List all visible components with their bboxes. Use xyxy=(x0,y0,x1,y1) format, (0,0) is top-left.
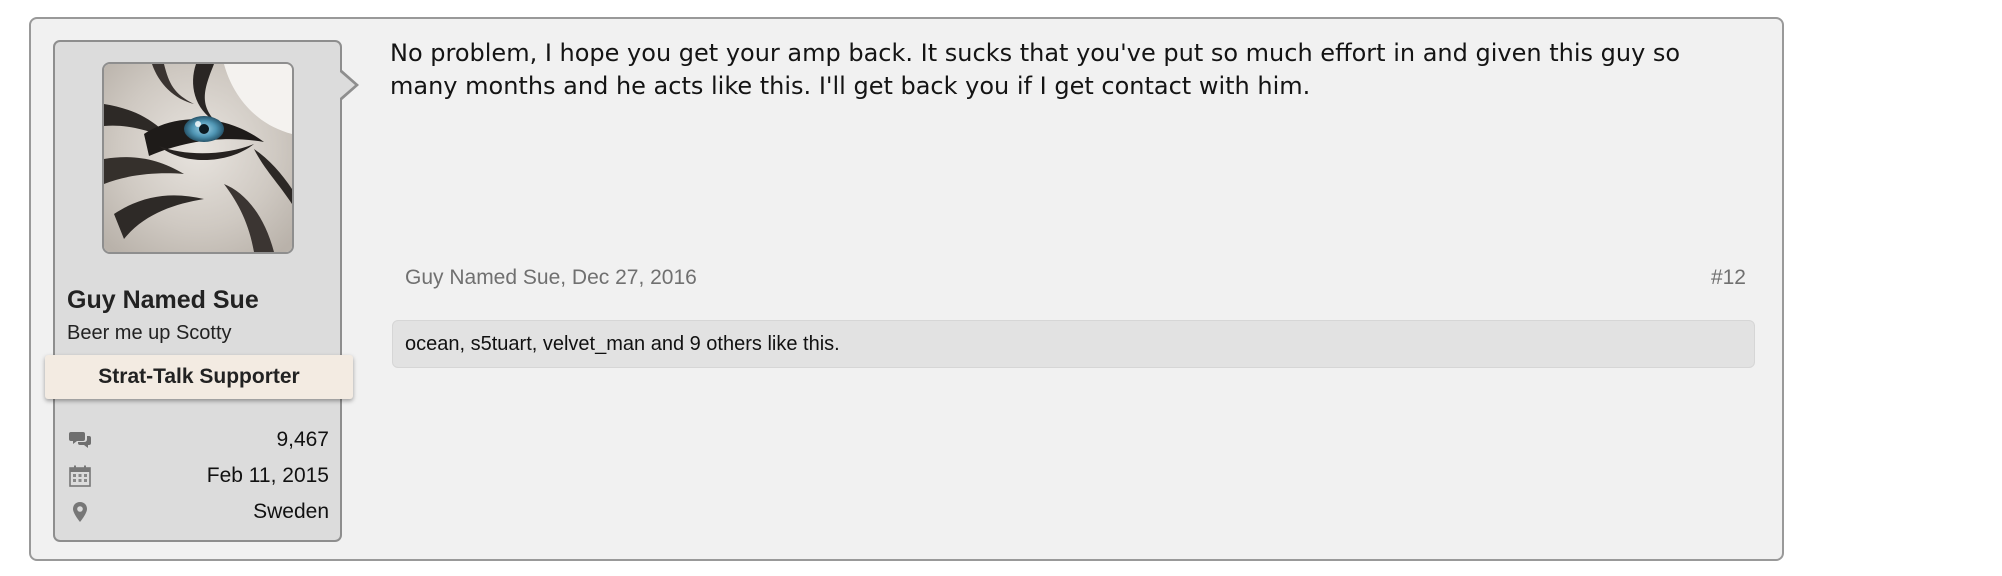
user-avatar[interactable] xyxy=(102,62,294,254)
user-title: Beer me up Scotty xyxy=(67,322,232,344)
map-marker-icon xyxy=(69,501,91,523)
message-count: 9,467 xyxy=(276,428,329,451)
speech-bubbles-icon xyxy=(69,429,91,451)
user-location[interactable]: Sweden xyxy=(253,500,329,524)
calendar-icon xyxy=(69,465,91,487)
stat-messages: 9,467 xyxy=(67,426,329,454)
join-date: Feb 11, 2015 xyxy=(206,464,329,487)
stat-joined: Feb 11, 2015 xyxy=(67,462,329,490)
post-permalink[interactable]: #12 xyxy=(1711,266,1746,290)
panel-pointer-arrow xyxy=(340,70,359,100)
supporter-banner: Strat-Talk Supporter xyxy=(45,355,353,399)
post-author-date-link[interactable]: Guy Named Sue, Dec 27, 2016 xyxy=(405,266,697,290)
username[interactable]: Guy Named Sue xyxy=(67,286,259,315)
forum-post: Guy Named Sue Beer me up Scotty Strat-Ta… xyxy=(29,17,1784,561)
stat-location: Sweden xyxy=(67,498,329,526)
tiger-eye-avatar-image xyxy=(104,64,292,252)
user-info-panel: Guy Named Sue Beer me up Scotty Strat-Ta… xyxy=(45,40,359,542)
post-message-body: No problem, I hope you get your amp back… xyxy=(390,39,1681,100)
likes-summary[interactable]: ocean, s5tuart, velvet_man and 9 others … xyxy=(392,320,1755,368)
